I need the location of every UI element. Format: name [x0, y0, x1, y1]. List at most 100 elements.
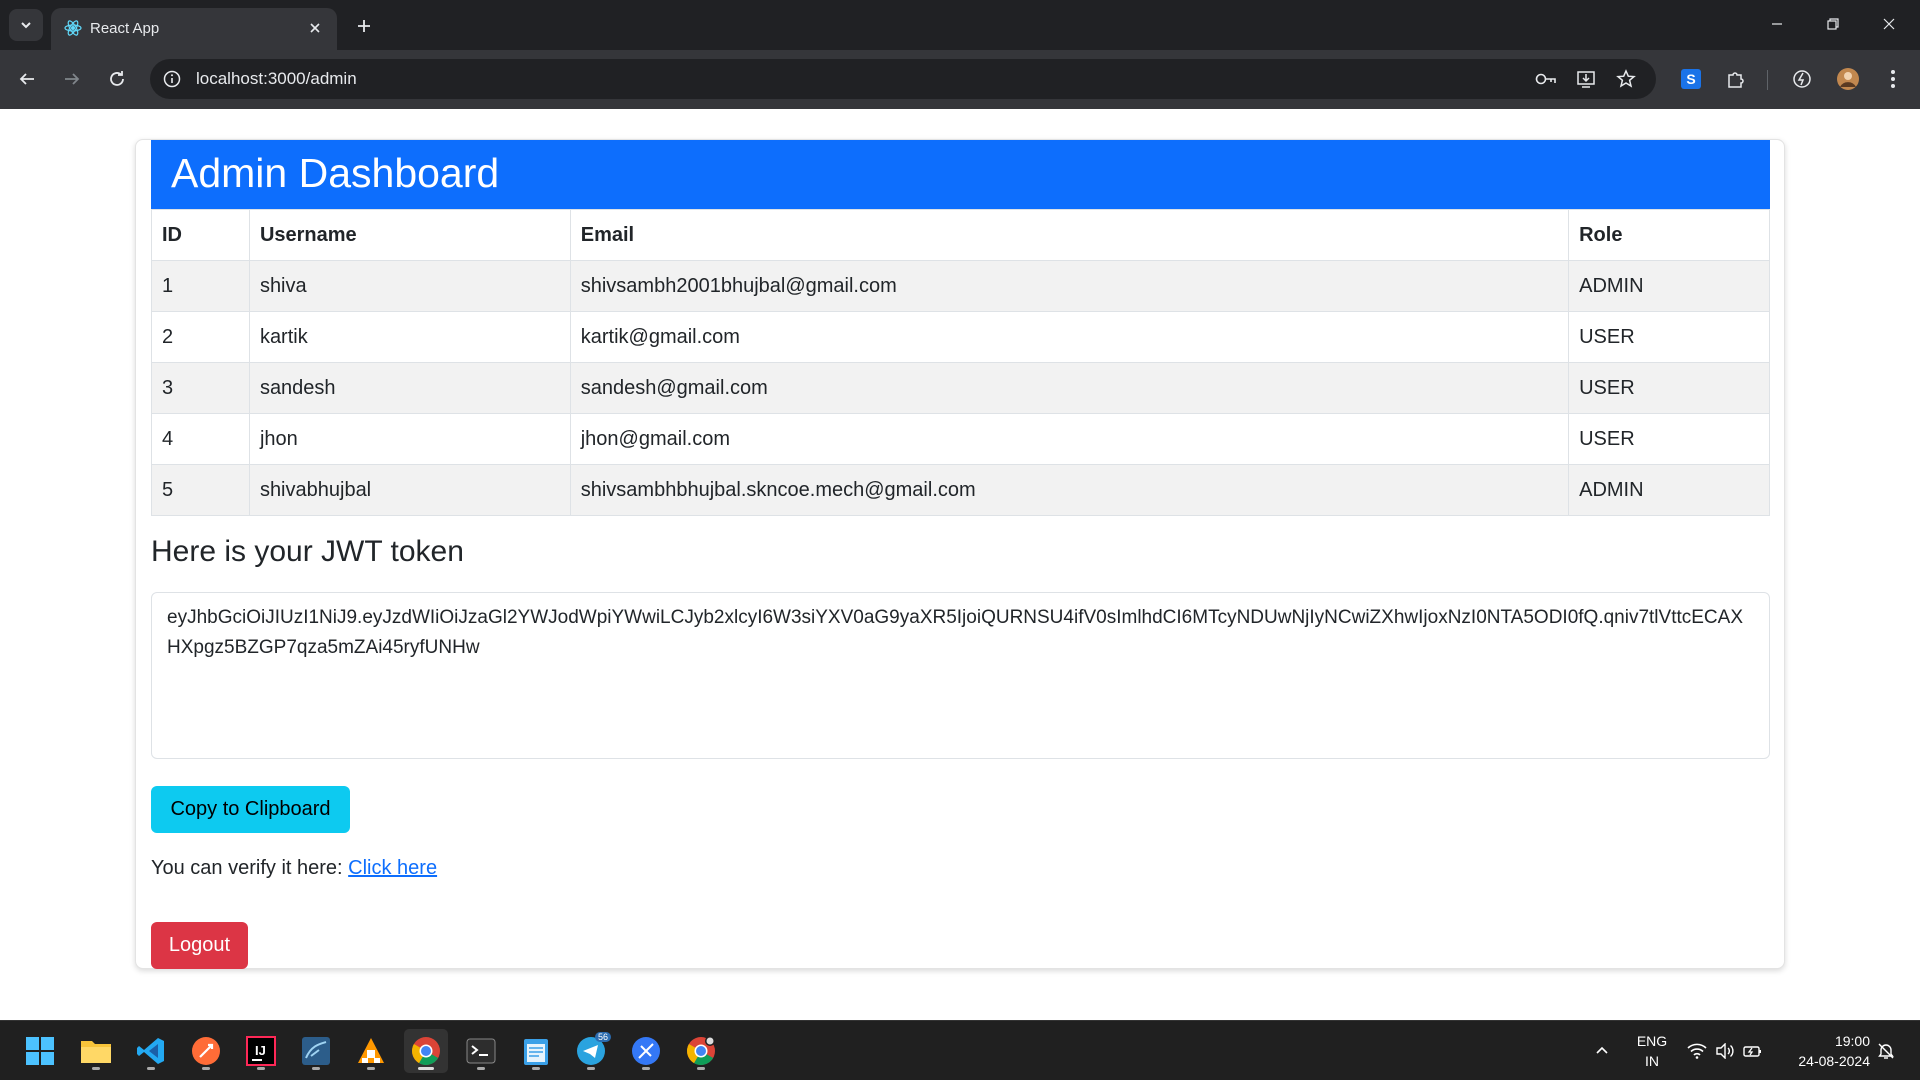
install-icon: [1577, 71, 1595, 88]
postman-icon: [192, 1037, 220, 1065]
running-indicator: [367, 1067, 375, 1070]
svg-text:IJ: IJ: [255, 1043, 266, 1058]
forward-button[interactable]: [57, 64, 87, 94]
cell-role: ADMIN: [1568, 260, 1770, 312]
start-button[interactable]: [18, 1029, 62, 1073]
minimize-button[interactable]: [1760, 8, 1794, 40]
taskbar-postman[interactable]: [184, 1029, 228, 1073]
restore-button[interactable]: [1816, 8, 1850, 40]
browser-toolbar: localhost:3000/admin S: [0, 50, 1920, 109]
browser-icon: [632, 1037, 660, 1065]
verify-link[interactable]: Click here: [348, 857, 437, 879]
cell-username: jhon: [248, 413, 571, 465]
notifications-button[interactable]: [1874, 1021, 1898, 1080]
wifi-button[interactable]: [1684, 1021, 1710, 1080]
taskbar-chrome-profile[interactable]: [679, 1029, 723, 1073]
cell-id: 4: [151, 413, 250, 465]
browser-tab[interactable]: React App: [51, 8, 337, 50]
taskbar-mysql-workbench[interactable]: [294, 1029, 338, 1073]
clock-time: 19:00: [1834, 1033, 1870, 1049]
chevron-down-icon: [21, 22, 31, 29]
cell-id: 3: [151, 362, 250, 414]
browser-titlebar: React App: [0, 0, 1920, 50]
verify-label: You can verify it here:: [151, 857, 349, 879]
table-row: 1 shiva shivsambh2001bhujbal@gmail.com A…: [151, 260, 1770, 312]
tab-search-button[interactable]: [9, 9, 43, 41]
extensions-menu-button[interactable]: [1721, 64, 1751, 94]
browser-menu-button[interactable]: [1878, 64, 1908, 94]
taskbar-chrome[interactable]: [404, 1029, 448, 1073]
bookmark-button[interactable]: [1614, 67, 1638, 91]
cell-id: 2: [151, 311, 250, 363]
address-bar[interactable]: localhost:3000/admin: [150, 59, 1656, 99]
toolbar-separator: [1767, 70, 1768, 90]
volume-icon: [1716, 1043, 1734, 1059]
chevron-up-icon: [1596, 1046, 1608, 1054]
avatar-icon: [1837, 68, 1859, 90]
profile-avatar-button[interactable]: [1833, 64, 1863, 94]
taskbar-terminal[interactable]: [459, 1029, 503, 1073]
language-code: ENG: [1636, 1033, 1668, 1049]
back-button[interactable]: [12, 64, 42, 94]
notification-bell-icon: [1878, 1043, 1894, 1059]
cell-role: ADMIN: [1568, 464, 1770, 516]
key-icon: [1535, 73, 1556, 85]
taskbar-notepad[interactable]: [514, 1029, 558, 1073]
taskbar-browser[interactable]: [624, 1029, 668, 1073]
taskbar-telegram[interactable]: 56: [569, 1029, 613, 1073]
info-icon[interactable]: [162, 69, 182, 89]
running-indicator: [642, 1067, 650, 1070]
clock-date: 24-08-2024: [1798, 1053, 1870, 1069]
volume-button[interactable]: [1712, 1021, 1738, 1080]
column-header-id: ID: [151, 209, 250, 261]
taskbar-intellij[interactable]: IJ: [239, 1029, 283, 1073]
taskbar-sublime-merge[interactable]: [349, 1029, 393, 1073]
column-header-username: Username: [248, 209, 571, 261]
page-title: Admin Dashboard: [171, 150, 500, 196]
running-indicator: [697, 1067, 705, 1070]
chrome-profile-icon: [687, 1036, 715, 1065]
language-indicator[interactable]: ENG IN: [1630, 1031, 1674, 1071]
region-code: IN: [1645, 1053, 1659, 1069]
tab-close-button[interactable]: [303, 16, 327, 40]
sublime-merge-icon: [358, 1038, 384, 1063]
column-header-email: Email: [569, 209, 1570, 261]
cell-role: USER: [1568, 311, 1770, 363]
extension-button[interactable]: S: [1676, 64, 1706, 94]
vscode-icon: [137, 1038, 164, 1064]
cell-email: shivsambhbhujbal.skncoe.mech@gmail.com: [569, 464, 1570, 516]
page-viewport: Admin Dashboard ID Username Email Role 1…: [0, 109, 1920, 1020]
install-app-button[interactable]: [1574, 67, 1598, 91]
show-hidden-icons-button[interactable]: [1590, 1021, 1614, 1080]
jwt-token-textarea[interactable]: eyJhbGciOiJIUzI1NiJ9.eyJzdWIiOiJzaGl2YWJ…: [151, 592, 1770, 759]
battery-charging-icon: [1743, 1046, 1761, 1057]
cell-id: 5: [151, 464, 250, 516]
logout-button[interactable]: Logout: [151, 922, 248, 969]
arrow-right-icon: [65, 73, 80, 85]
users-table: ID Username Email Role 1 shiva shivsambh…: [151, 209, 1770, 516]
cell-username: shivabhujbal: [248, 464, 571, 516]
reload-button[interactable]: [102, 64, 132, 94]
cell-id: 1: [151, 260, 250, 312]
minimize-icon: [1772, 23, 1782, 25]
taskbar-file-explorer[interactable]: [74, 1029, 118, 1073]
battery-button[interactable]: [1740, 1021, 1766, 1080]
intellij-icon: IJ: [246, 1036, 276, 1066]
close-icon: [1883, 18, 1895, 30]
new-tab-button[interactable]: [350, 12, 378, 40]
reload-icon: [110, 71, 124, 86]
password-key-button[interactable]: [1534, 67, 1558, 91]
wifi-icon: [1687, 1043, 1707, 1059]
window-close-button[interactable]: [1872, 8, 1906, 40]
running-indicator: [587, 1067, 595, 1070]
taskbar-vscode[interactable]: [129, 1029, 173, 1073]
arrow-left-icon: [19, 73, 34, 85]
cell-role: USER: [1568, 413, 1770, 465]
verify-text: You can verify it here: Click here: [151, 857, 437, 880]
copy-to-clipboard-button[interactable]: Copy to Clipboard: [151, 786, 350, 833]
svg-text:S: S: [1686, 71, 1695, 87]
system-clock[interactable]: 19:00 24-08-2024: [1778, 1031, 1870, 1071]
running-indicator: [532, 1067, 540, 1070]
table-row: 5 shivabhujbal shivsambhbhujbal.skncoe.m…: [151, 464, 1770, 516]
performance-button[interactable]: [1787, 64, 1817, 94]
